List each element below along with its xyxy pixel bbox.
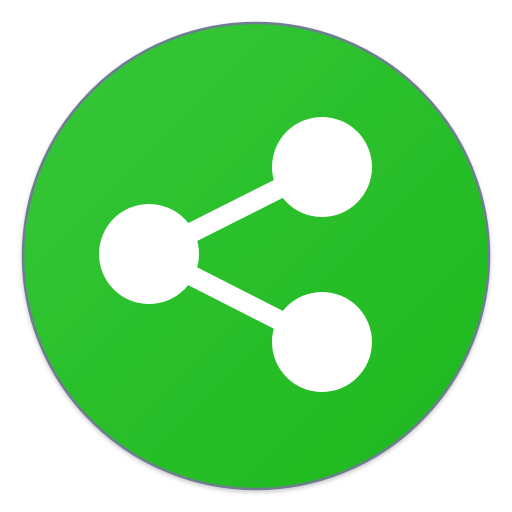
- app-icon-canvas: [0, 0, 512, 512]
- share-node-bottom-right: [272, 292, 372, 392]
- share-app-icon[interactable]: [0, 0, 512, 512]
- share-node-top-right: [272, 117, 372, 217]
- share-node-left: [99, 204, 199, 304]
- green-circle-background: [21, 21, 491, 491]
